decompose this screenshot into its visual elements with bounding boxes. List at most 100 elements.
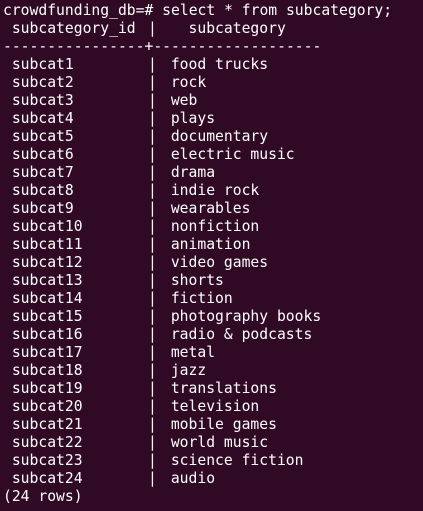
command-line: crowdfunding_db=# select * from subcateg… bbox=[3, 2, 423, 20]
cell-subcategory-id: subcat20 bbox=[3, 398, 83, 415]
row-count: (24 rows) bbox=[3, 488, 83, 505]
table-row: subcat23 | science fiction bbox=[3, 452, 423, 470]
column-separator: | bbox=[148, 56, 157, 73]
table-row: subcat6 | electric music bbox=[3, 146, 423, 164]
cell-subcategory-id: subcat16 bbox=[3, 326, 83, 343]
cell-subcategory: plays bbox=[162, 110, 216, 127]
cell-subcategory: wearables bbox=[162, 200, 251, 217]
column-separator: | bbox=[148, 380, 157, 397]
column-separator: | bbox=[148, 182, 157, 199]
cell-subcategory-id: subcat23 bbox=[3, 452, 83, 469]
column-separator: | bbox=[148, 290, 157, 307]
cell-subcategory-id: subcat8 bbox=[3, 182, 74, 199]
table-row: subcat4 | plays bbox=[3, 110, 423, 128]
cell-subcategory: electric music bbox=[162, 146, 295, 163]
column-separator: | bbox=[148, 452, 157, 469]
table-row: subcat17 | metal bbox=[3, 344, 423, 362]
column-header-subcategory: subcategory bbox=[188, 20, 286, 37]
column-separator: | bbox=[148, 362, 157, 379]
table-row: subcat1 | food trucks bbox=[3, 56, 423, 74]
cell-subcategory-id: subcat2 bbox=[3, 74, 74, 91]
table-row: subcat10 | nonfiction bbox=[3, 218, 423, 236]
table-row: subcat19 | translations bbox=[3, 380, 423, 398]
cell-subcategory: indie rock bbox=[162, 182, 260, 199]
cell-subcategory-id: subcat9 bbox=[3, 200, 74, 217]
cell-subcategory-id: subcat24 bbox=[3, 470, 83, 487]
cell-subcategory: video games bbox=[162, 254, 269, 271]
column-header-subcategory-id: subcategory_id bbox=[11, 20, 136, 37]
cell-subcategory: television bbox=[162, 398, 260, 415]
column-separator: | bbox=[148, 254, 157, 271]
cell-subcategory: photography books bbox=[162, 308, 322, 325]
table-row: subcat7 | drama bbox=[3, 164, 423, 182]
column-separator: | bbox=[148, 326, 157, 343]
column-separator: | bbox=[148, 344, 157, 361]
cell-subcategory: web bbox=[162, 92, 198, 109]
column-separator: | bbox=[148, 416, 157, 433]
column-separator: | bbox=[148, 272, 157, 289]
column-separator: | bbox=[148, 164, 157, 181]
cell-subcategory: science fiction bbox=[162, 452, 304, 469]
column-separator: | bbox=[148, 308, 157, 325]
column-separator: | bbox=[148, 470, 157, 487]
cell-subcategory-id: subcat1 bbox=[3, 56, 74, 73]
cell-subcategory-id: subcat19 bbox=[3, 380, 83, 397]
cell-subcategory: jazz bbox=[162, 362, 207, 379]
table-row: subcat13 | shorts bbox=[3, 272, 423, 290]
cell-subcategory-id: subcat11 bbox=[3, 236, 83, 253]
cell-subcategory-id: subcat6 bbox=[3, 146, 74, 163]
table-row: subcat18 | jazz bbox=[3, 362, 423, 380]
shell-prompt: crowdfunding_db=# bbox=[3, 2, 154, 19]
cell-subcategory: food trucks bbox=[162, 56, 269, 73]
column-separator: | bbox=[148, 398, 157, 415]
table-row: subcat22 | world music bbox=[3, 434, 423, 452]
cell-subcategory-id: subcat14 bbox=[3, 290, 83, 307]
cell-subcategory: fiction bbox=[162, 290, 233, 307]
column-separator: | bbox=[148, 236, 157, 253]
cell-subcategory: translations bbox=[162, 380, 277, 397]
table-row: subcat16 | radio & podcasts bbox=[3, 326, 423, 344]
column-separator: | bbox=[148, 110, 157, 127]
column-separator: | bbox=[148, 218, 157, 235]
table-divider: ----------------+------------------- bbox=[3, 38, 322, 55]
cell-subcategory: radio & podcasts bbox=[162, 326, 313, 343]
table-row: subcat12 | video games bbox=[3, 254, 423, 272]
cell-subcategory-id: subcat22 bbox=[3, 434, 83, 451]
table-row: subcat24 | audio bbox=[3, 470, 423, 488]
column-separator: | bbox=[148, 92, 157, 109]
cell-subcategory: rock bbox=[162, 74, 207, 91]
cell-subcategory: metal bbox=[162, 344, 216, 361]
table-row: subcat15 | photography books bbox=[3, 308, 423, 326]
table-row: subcat9 | wearables bbox=[3, 200, 423, 218]
terminal-window[interactable]: crowdfunding_db=# select * from subcateg… bbox=[0, 0, 423, 511]
sql-command: select * from subcategory; bbox=[162, 2, 393, 19]
cell-subcategory-id: subcat18 bbox=[3, 362, 83, 379]
cell-subcategory: nonfiction bbox=[162, 218, 260, 235]
cell-subcategory-id: subcat3 bbox=[3, 92, 74, 109]
table-row: subcat14 | fiction bbox=[3, 290, 423, 308]
cell-subcategory-id: subcat15 bbox=[3, 308, 83, 325]
cell-subcategory: world music bbox=[162, 434, 269, 451]
cell-subcategory-id: subcat12 bbox=[3, 254, 83, 271]
table-row: subcat2 | rock bbox=[3, 74, 423, 92]
cell-subcategory: audio bbox=[162, 470, 216, 487]
cell-subcategory: drama bbox=[162, 164, 216, 181]
cell-subcategory-id: subcat4 bbox=[3, 110, 74, 127]
cell-subcategory-id: subcat7 bbox=[3, 164, 74, 181]
table-row: subcat8 | indie rock bbox=[3, 182, 423, 200]
cell-subcategory: documentary bbox=[162, 128, 269, 145]
table-row: subcat20 | television bbox=[3, 398, 423, 416]
column-separator: | bbox=[148, 20, 157, 37]
cell-subcategory-id: subcat17 bbox=[3, 344, 83, 361]
column-separator: | bbox=[148, 200, 157, 217]
table-row: subcat5 | documentary bbox=[3, 128, 423, 146]
cell-subcategory: animation bbox=[162, 236, 251, 253]
table-header: subcategory_id | subcategory bbox=[3, 20, 423, 38]
cell-subcategory: shorts bbox=[162, 272, 224, 289]
column-separator: | bbox=[148, 74, 157, 91]
table-row: subcat3 | web bbox=[3, 92, 423, 110]
column-separator: | bbox=[148, 434, 157, 451]
cell-subcategory-id: subcat10 bbox=[3, 218, 83, 235]
table-body: subcat1 | food trucks subcat2 | rock subca… bbox=[3, 56, 423, 488]
table-row: subcat11 | animation bbox=[3, 236, 423, 254]
